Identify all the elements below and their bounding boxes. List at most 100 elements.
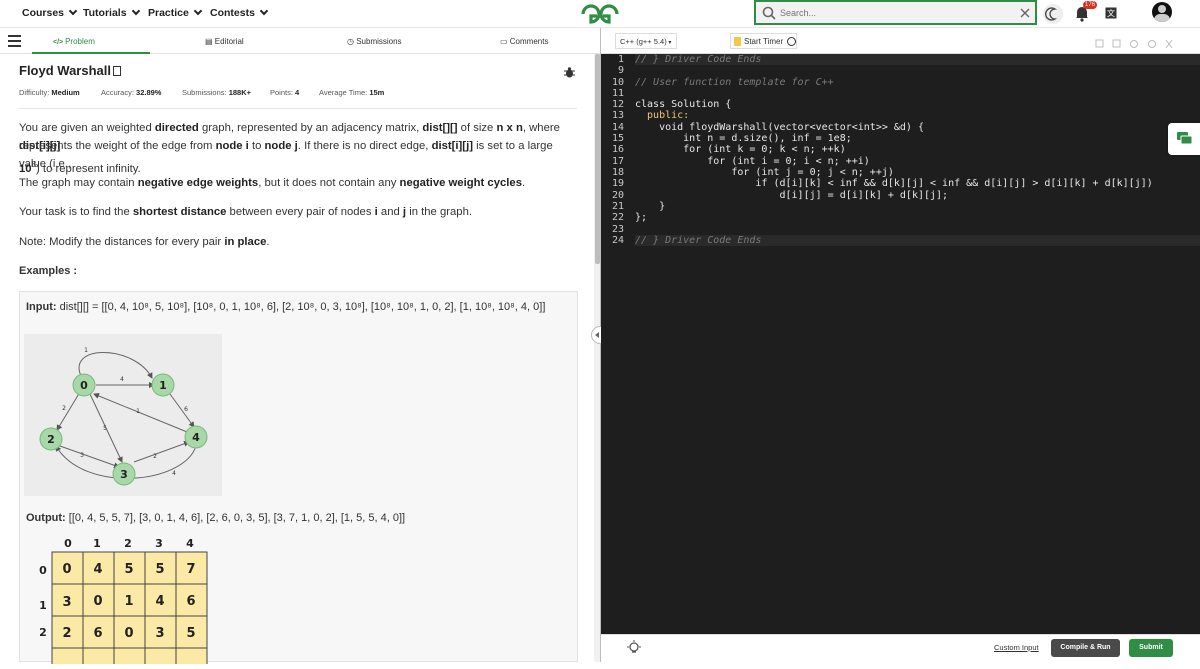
svg-text:4: 4 [172,470,176,477]
example-box: Input: dist[][] = [[0, 4, 10⁸, 5, 10⁸], … [19,291,578,669]
code-line[interactable]: int n = d.size(), inf = 1e8; [635,133,852,144]
hourglass-icon [734,37,741,46]
tab-submissions[interactable]: ◷ Submissions [347,37,402,46]
bug-report-icon[interactable] [564,65,575,83]
result-matrix: 0 1 2 3 4 0 1 2 0 4 5 5 7 3 0 1 4 6 2 6 0 3 5 [26,534,226,669]
tab-problem[interactable]: </> Problem [53,37,95,46]
svg-text:5: 5 [186,626,195,641]
submit-button[interactable]: Submit [1129,639,1173,657]
svg-text:6: 6 [93,626,102,641]
difficulty-meta: Difficulty: Medium [19,88,80,97]
svg-text:1: 1 [84,347,88,354]
code-line[interactable]: for (int i = 0; i < n; ++i) [635,156,870,167]
notification-bell[interactable]: 176 [1074,1,1098,22]
line-number: 19 [611,178,624,189]
line-number: 12 [611,99,624,110]
play-icon [787,37,796,46]
example-graph: 0 1 2 3 4 1 4 2 5 1 6 3 2 4 [24,334,222,496]
code-line[interactable]: // User function template for C++ [635,77,834,88]
accuracy-meta: Accuracy: 32.89% [101,88,162,97]
svg-text:0: 0 [62,562,71,577]
line-number: 20 [611,190,624,201]
svg-text:1: 1 [39,599,47,612]
nav-practice[interactable]: Practice [148,6,203,19]
settings-icon [1130,40,1138,48]
submissions-meta: Submissions: 188K+ [182,88,252,97]
line-number: 17 [611,156,624,167]
code-line[interactable]: for (int j = 0; j < n; ++j) [635,167,894,178]
translate-button[interactable]: 文 [1105,6,1117,24]
hamburger-menu-icon[interactable] [8,35,21,47]
fullscreen-icon [1165,39,1173,49]
code-line[interactable]: }; [635,212,647,223]
chevron-down-icon [131,6,140,16]
line-number: 10 [611,77,624,88]
line-number: 11 [611,88,624,99]
svg-text:2: 2 [62,405,66,412]
nav-tutorials[interactable]: Tutorials [83,6,140,19]
task-statement: Your task is to find the shortest distan… [19,206,473,218]
svg-text:3: 3 [80,452,84,459]
moon-icon [1045,7,1058,21]
divider [19,108,577,109]
code-line[interactable]: d[i][j] = d[i][k] + d[k][j]; [635,190,948,201]
line-number: 13 [611,110,624,121]
svg-text:文: 文 [1107,8,1115,18]
line-number: 14 [611,122,624,133]
line-number: 21 [611,201,624,212]
chevron-down-icon: ▾ [666,40,672,46]
svg-text:6: 6 [186,594,195,609]
chat-icon [1177,132,1193,145]
avatar[interactable] [1152,2,1172,22]
nav-courses[interactable]: Courses [22,6,78,19]
graph-node: 2 [47,433,55,446]
code-line[interactable]: for (int k = 0; k < n; ++k) [635,144,846,155]
svg-text:1: 1 [93,537,101,550]
bookmark-icon[interactable] [112,66,121,76]
points-meta: Points: 4 [270,88,300,97]
svg-text:2: 2 [153,453,157,460]
examples-heading: Examples : [19,265,78,277]
search-input[interactable] [780,6,1010,20]
copy-icon [1095,39,1104,48]
graph-node: 0 [80,379,88,392]
code-line[interactable]: // } Driver Code Ends [635,54,1200,65]
code-icon: </> [53,39,66,46]
refresh-icon [1148,40,1156,48]
line-number: 15 [611,133,624,144]
svg-text:0: 0 [124,626,133,641]
search-icon [762,6,776,20]
example-output: Output: [[0, 4, 5, 5, 7], [3, 0, 1, 4, 6… [26,512,406,524]
svg-text:6: 6 [184,406,188,413]
chat-assistant-button[interactable] [1168,123,1200,155]
start-timer-button[interactable]: Start Timer [730,33,797,49]
nav-contests[interactable]: Contests [210,6,269,19]
svg-text:5: 5 [124,562,133,577]
code-line[interactable]: if (d[i][k] < inf && d[k][j] < inf && d[… [635,178,1152,189]
line-number: 24 [611,235,624,246]
compile-run-button[interactable]: Compile & Run [1051,639,1120,657]
code-line[interactable]: void floydWarshall(vector<vector<int>> &… [635,122,924,133]
close-icon[interactable] [1020,8,1030,18]
reset-icon [1112,39,1121,48]
dark-mode-toggle[interactable] [1043,4,1063,24]
svg-text:1: 1 [136,408,140,415]
code-line[interactable]: } [635,201,665,212]
svg-text:0: 0 [93,594,102,609]
tab-editorial[interactable]: ▤ Editorial [205,37,244,46]
bulb-icon[interactable] [626,640,642,661]
custom-input-link[interactable]: Custom Input [994,643,1039,652]
note-statement: Note: Modify the distances for every pai… [19,236,270,248]
problem-tabs: </> Problem ▤ Editorial ◷ Submissions ▭ … [0,28,600,54]
problem-title: Floyd Warshall [19,63,121,78]
line-number: 23 [611,224,624,235]
gfg-logo[interactable] [580,3,620,30]
language-select[interactable]: C++ (g++ 5.4) ▾ [615,33,677,49]
code-line[interactable]: public: [635,110,689,121]
search-box[interactable] [754,0,1037,25]
code-line[interactable]: // } Driver Code Ends [635,235,1200,246]
svg-text:4: 4 [93,562,102,577]
code-line[interactable]: class Solution { [635,99,731,110]
svg-text:2: 2 [39,626,47,639]
tab-comments[interactable]: ▭ Comments [500,37,548,46]
